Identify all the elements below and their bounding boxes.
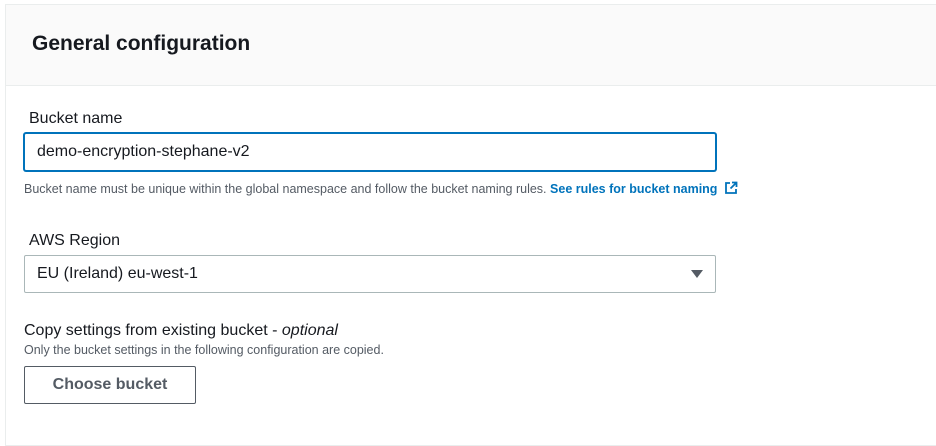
panel-title: General configuration xyxy=(32,32,251,55)
bucket-name-input[interactable] xyxy=(24,133,716,171)
bucket-name-label: Bucket name xyxy=(29,110,123,127)
bucket-naming-rules-link-label: See rules for bucket naming xyxy=(550,182,718,196)
bucket-name-hint-text: Bucket name must be unique within the gl… xyxy=(24,182,547,196)
aws-region-label: AWS Region xyxy=(29,232,120,249)
panel-header: General configuration xyxy=(6,5,936,86)
external-link-icon xyxy=(725,181,738,194)
copy-settings-label-text: Copy settings from existing bucket - xyxy=(24,322,282,339)
aws-region-select[interactable]: EU (Ireland) eu-west-1 xyxy=(24,255,716,293)
bucket-name-hint: Bucket name must be unique within the gl… xyxy=(24,181,738,196)
aws-region-selected-value: EU (Ireland) eu-west-1 xyxy=(37,265,198,282)
bucket-naming-rules-link[interactable]: See rules for bucket naming xyxy=(550,181,738,196)
copy-settings-description: Only the bucket settings in the followin… xyxy=(24,343,384,357)
copy-settings-label: Copy settings from existing bucket - opt… xyxy=(24,322,338,340)
caret-down-icon xyxy=(691,270,703,278)
optional-marker: optional xyxy=(281,322,338,339)
choose-bucket-button[interactable]: Choose bucket xyxy=(24,366,196,404)
